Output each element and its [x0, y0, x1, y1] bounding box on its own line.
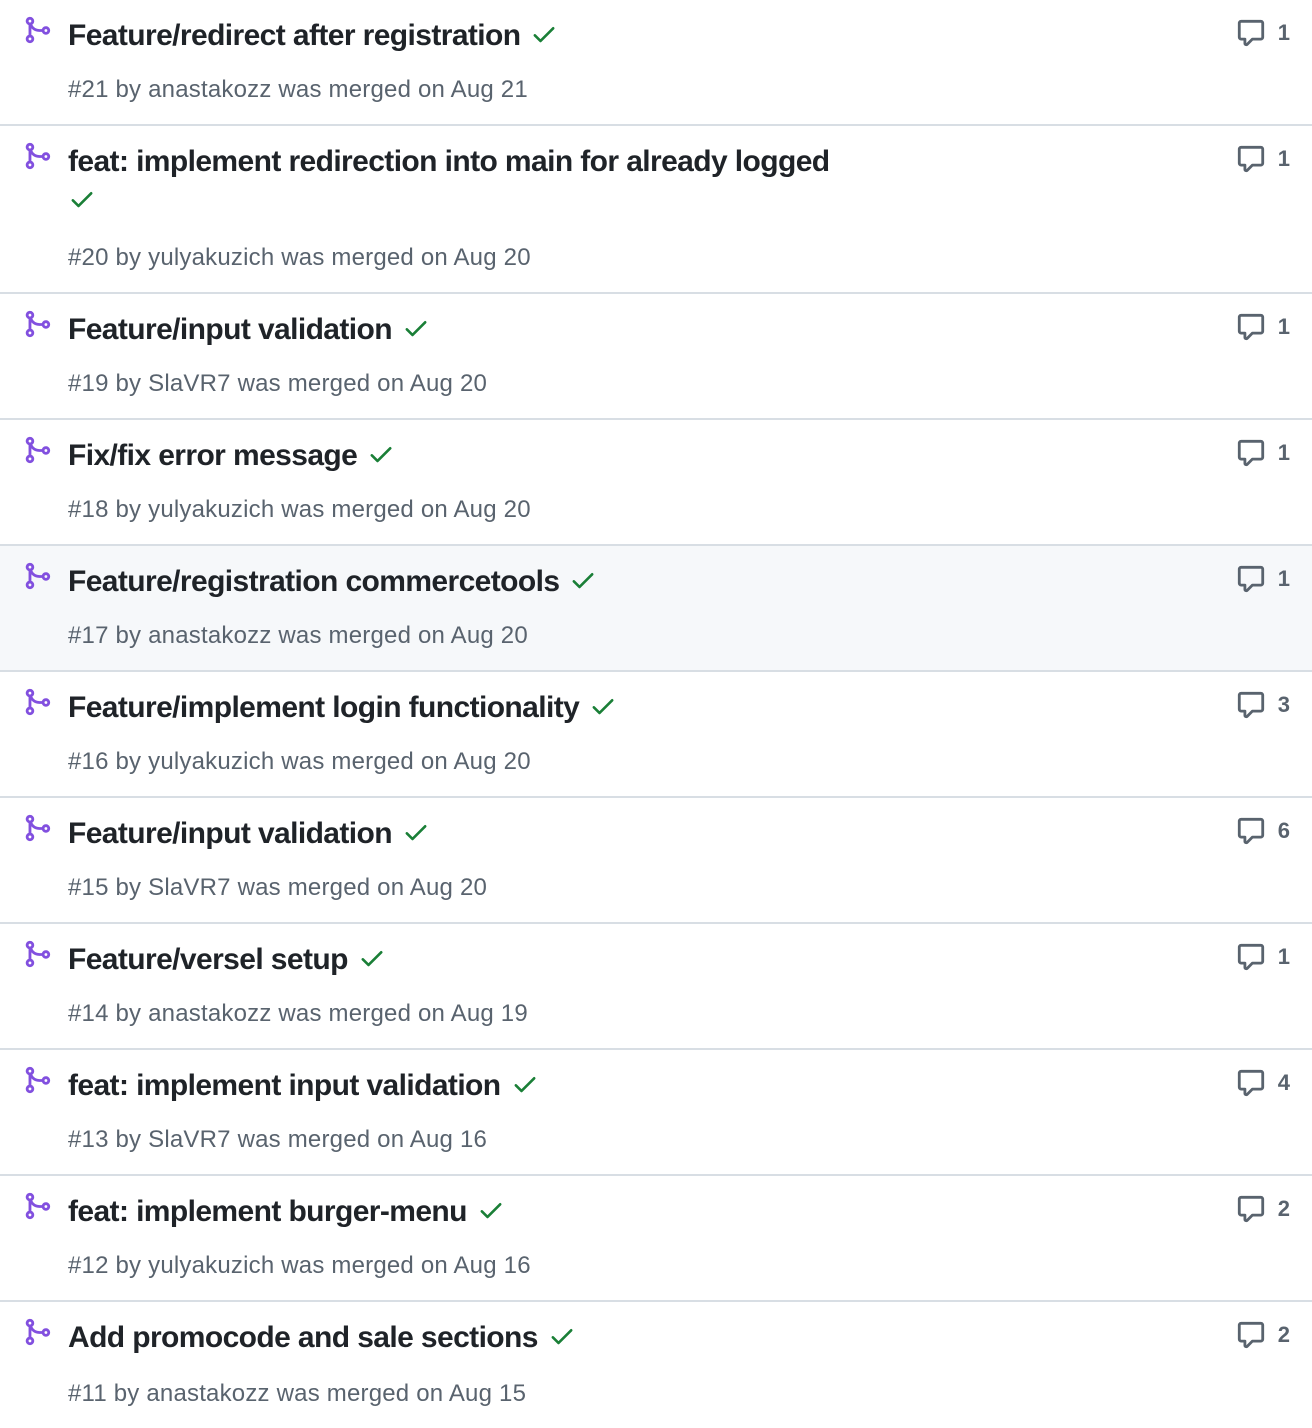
comment-icon — [1237, 817, 1264, 845]
comment-count-link[interactable]: 1 — [1236, 312, 1290, 342]
comment-icon — [1237, 943, 1264, 971]
pr-row[interactable]: Feature/implement login functionality #1… — [0, 672, 1312, 798]
comment-icon — [1237, 1069, 1264, 1097]
git-merge-icon — [25, 562, 51, 590]
pr-meta: #12 by yulyakuzich was merged on Aug 16 — [68, 1252, 531, 1279]
git-merge-icon — [25, 142, 51, 170]
comment-count-link[interactable]: 1 — [1236, 18, 1290, 48]
comment-count: 2 — [1277, 1322, 1290, 1347]
pr-row[interactable]: Add promocode and sale sections #11 by a… — [0, 1302, 1312, 1428]
comment-icon — [1237, 145, 1264, 173]
comment-icon — [1237, 565, 1264, 593]
pr-title-link[interactable]: feat: implement burger-menu — [68, 1195, 467, 1228]
check-icon[interactable] — [530, 20, 558, 48]
comment-count: 1 — [1277, 440, 1290, 465]
comment-count-link[interactable]: 1 — [1236, 942, 1290, 972]
git-merge-icon — [25, 814, 51, 842]
pr-row[interactable]: Feature/input validation #19 by SlaVR7 w… — [0, 294, 1312, 420]
pr-title-link[interactable]: Feature/input validation — [68, 817, 393, 850]
comment-count: 1 — [1277, 20, 1290, 45]
pr-row[interactable]: feat: implement redirection into main fo… — [0, 126, 1312, 294]
pr-row[interactable]: Feature/redirect after registration #21 … — [0, 0, 1312, 126]
pr-title-link[interactable]: Feature/redirect after registration — [68, 19, 521, 52]
check-icon[interactable] — [402, 818, 430, 846]
comment-count: 1 — [1277, 944, 1290, 969]
pr-meta: #11 by anastakozz was merged on Aug 15 — [68, 1380, 527, 1407]
pr-title-link[interactable]: Feature/implement login functionality — [68, 691, 580, 724]
pr-title-link[interactable]: Feature/input validation — [68, 313, 393, 346]
git-merge-icon — [25, 940, 51, 968]
comment-count-link[interactable]: 2 — [1236, 1320, 1290, 1350]
pr-title-link[interactable]: Feature/registration commercetools — [68, 565, 560, 598]
check-icon[interactable] — [68, 185, 96, 213]
comment-count: 1 — [1277, 566, 1290, 591]
git-merge-icon — [25, 16, 51, 44]
comment-count: 4 — [1277, 1070, 1290, 1095]
comment-count-link[interactable]: 4 — [1236, 1068, 1290, 1098]
pr-title-link[interactable]: feat: implement input validation — [68, 1069, 501, 1102]
check-icon[interactable] — [477, 1196, 505, 1224]
check-icon[interactable] — [511, 1070, 539, 1098]
check-icon[interactable] — [402, 314, 430, 342]
comment-count-link[interactable]: 1 — [1236, 144, 1290, 174]
check-icon[interactable] — [569, 566, 597, 594]
comment-icon — [1237, 691, 1264, 719]
pr-row[interactable]: feat: implement burger-menu #12 by yulya… — [0, 1176, 1312, 1302]
git-merge-icon — [25, 436, 51, 464]
comment-count: 1 — [1277, 314, 1290, 339]
pr-title-link[interactable]: Fix/fix error message — [68, 439, 358, 472]
pr-row[interactable]: feat: implement input validation #13 by … — [0, 1050, 1312, 1176]
pr-row[interactable]: Feature/registration commercetools #17 b… — [0, 546, 1312, 672]
comment-icon — [1237, 19, 1264, 47]
pr-row[interactable]: Feature/input validation #15 by SlaVR7 w… — [0, 798, 1312, 924]
git-merge-icon — [25, 310, 51, 338]
comment-count: 6 — [1277, 818, 1290, 843]
git-merge-icon — [25, 1192, 51, 1220]
pr-row[interactable]: Fix/fix error message #18 by yulyakuzich… — [0, 420, 1312, 546]
comment-count-link[interactable]: 6 — [1236, 816, 1290, 846]
pr-meta: #15 by SlaVR7 was merged on Aug 20 — [68, 874, 488, 901]
check-icon[interactable] — [548, 1322, 576, 1350]
check-icon[interactable] — [358, 944, 386, 972]
pr-meta: #13 by SlaVR7 was merged on Aug 16 — [68, 1126, 488, 1153]
comment-icon — [1237, 439, 1264, 467]
git-merge-icon — [25, 1318, 51, 1346]
pr-meta: #18 by yulyakuzich was merged on Aug 20 — [68, 496, 531, 523]
pr-row[interactable]: Feature/versel setup #14 by anastakozz w… — [0, 924, 1312, 1050]
comment-count-link[interactable]: 1 — [1236, 438, 1290, 468]
pr-title-link[interactable]: Feature/versel setup — [68, 943, 348, 976]
comment-count-link[interactable]: 1 — [1236, 564, 1290, 594]
pr-meta: #16 by yulyakuzich was merged on Aug 20 — [68, 748, 531, 775]
git-merge-icon — [25, 688, 51, 716]
comment-count: 3 — [1277, 692, 1290, 717]
pr-meta: #17 by anastakozz was merged on Aug 20 — [68, 622, 528, 649]
comment-count-link[interactable]: 3 — [1236, 690, 1290, 720]
pr-meta: #20 by yulyakuzich was merged on Aug 20 — [68, 244, 531, 271]
pull-request-list: Feature/redirect after registration #21 … — [0, 0, 1312, 1428]
check-icon[interactable] — [589, 692, 617, 720]
check-icon[interactable] — [367, 440, 395, 468]
comment-icon — [1237, 1195, 1264, 1223]
git-merge-icon — [25, 1066, 51, 1094]
pr-title-link[interactable]: Add promocode and sale sections — [68, 1321, 538, 1354]
pr-meta: #19 by SlaVR7 was merged on Aug 20 — [68, 370, 488, 397]
comment-count: 2 — [1277, 1196, 1290, 1221]
comment-icon — [1237, 1321, 1264, 1349]
pr-meta: #14 by anastakozz was merged on Aug 19 — [68, 1000, 528, 1027]
pr-title-link[interactable]: feat: implement redirection into main fo… — [68, 145, 830, 178]
comment-count: 1 — [1277, 146, 1290, 171]
comment-count-link[interactable]: 2 — [1236, 1194, 1290, 1224]
comment-icon — [1237, 313, 1264, 341]
pr-meta: #21 by anastakozz was merged on Aug 21 — [68, 76, 528, 103]
